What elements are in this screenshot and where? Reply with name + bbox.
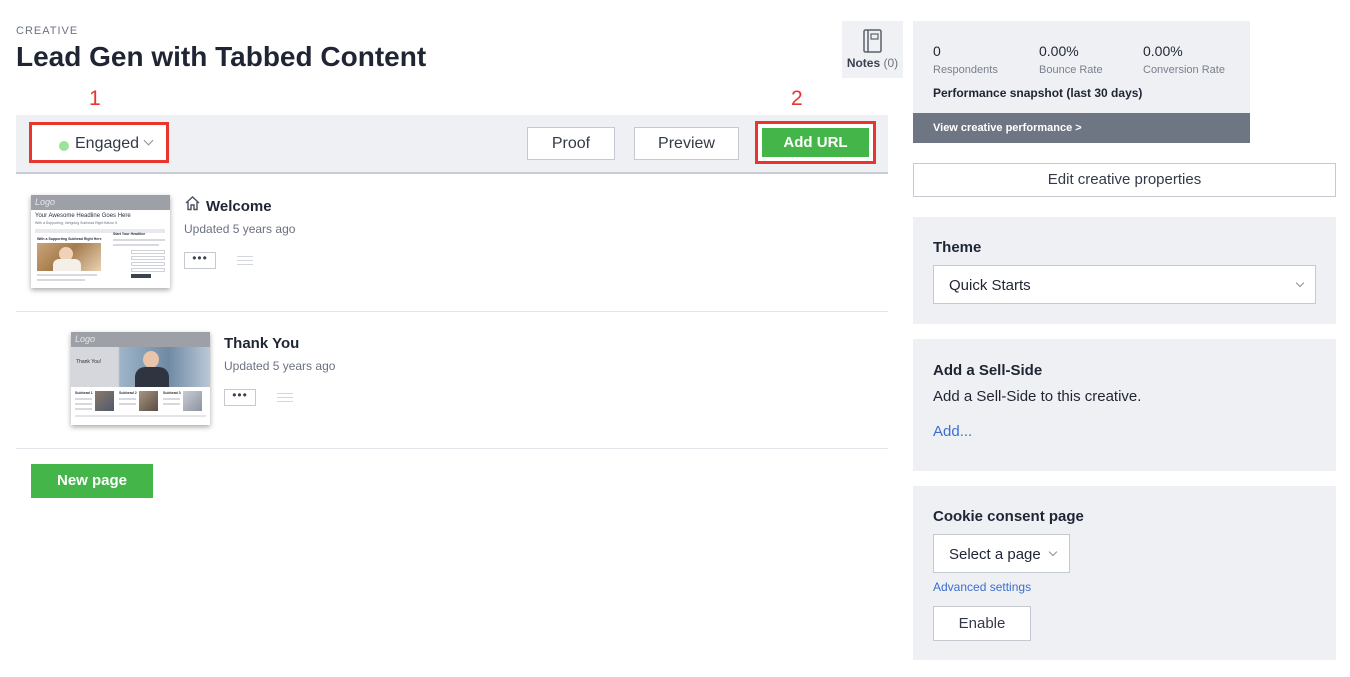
status-dropdown[interactable]: Engaged: [29, 122, 169, 163]
page-thumbnail-welcome[interactable]: Logo Your Awesome Headline Goes Here Wit…: [31, 195, 170, 288]
add-url-highlight: Add URL: [755, 121, 876, 164]
add-sell-side-link[interactable]: Add...: [933, 423, 972, 440]
enable-button[interactable]: Enable: [933, 606, 1031, 641]
creative-toolbar: Engaged Proof Preview Add URL: [16, 115, 888, 174]
theme-select[interactable]: Quick Starts: [933, 265, 1316, 304]
page-more-options-button[interactable]: •••: [224, 389, 256, 406]
view-performance-link[interactable]: View creative performance >: [913, 113, 1250, 143]
new-page-button[interactable]: New page: [31, 464, 153, 498]
preview-button[interactable]: Preview: [634, 127, 739, 160]
proof-button[interactable]: Proof: [527, 127, 615, 160]
page-name[interactable]: Thank You: [224, 335, 299, 352]
page-updated-time: Updated 5 years ago: [224, 359, 336, 373]
add-url-button[interactable]: Add URL: [762, 128, 869, 157]
metric-value: 0.00%: [1143, 43, 1183, 59]
drag-handle-icon[interactable]: [277, 393, 293, 405]
thumbnail-logo: Logo: [35, 197, 56, 207]
page-row-welcome: Logo Your Awesome Headline Goes Here Wit…: [16, 176, 888, 312]
page-more-options-button[interactable]: •••: [184, 252, 216, 269]
page-updated-time: Updated 5 years ago: [184, 222, 296, 236]
metric-label: Conversion Rate: [1143, 64, 1225, 76]
performance-snapshot: 0 Respondents 0.00% Bounce Rate 0.00% Co…: [913, 21, 1250, 143]
sell-side-panel: Add a Sell-Side Add a Sell-Side to this …: [913, 339, 1336, 471]
thumbnail-subheadline: With a Supporting, Intriguing Subhead Ri…: [35, 221, 117, 225]
notes-label: Notes: [846, 56, 881, 70]
metric-respondents: 0 Respondents: [933, 43, 998, 76]
metric-value: 0: [933, 43, 941, 59]
theme-panel: Theme Quick Starts: [913, 217, 1336, 324]
page-title: Lead Gen with Tabbed Content: [16, 41, 427, 72]
cookie-page-placeholder: Select a page: [949, 546, 1041, 563]
thumbnail-hero: [71, 347, 210, 387]
cookie-page-select[interactable]: Select a page: [933, 534, 1070, 573]
annotation-marker-2: 2: [791, 87, 803, 110]
thumbnail-section-title: With a Supporting Subhead Right Here: [37, 237, 102, 241]
sell-side-description: Add a Sell-Side to this creative.: [933, 388, 1142, 405]
chevron-down-icon: [143, 135, 154, 146]
metric-label: Respondents: [933, 64, 998, 76]
performance-caption: Performance snapshot (last 30 days): [933, 86, 1143, 100]
chevron-down-icon: [1295, 278, 1305, 288]
metric-conversion-rate: 0.00% Conversion Rate: [1143, 43, 1225, 76]
cookie-consent-panel: Cookie consent page Select a page Advanc…: [913, 486, 1336, 660]
notes-count: (0): [883, 56, 899, 70]
sell-side-title: Add a Sell-Side: [933, 362, 1043, 379]
thumbnail-logo: Logo: [75, 334, 96, 344]
metric-bounce-rate: 0.00% Bounce Rate: [1039, 43, 1103, 76]
theme-selected-value: Quick Starts: [949, 277, 1031, 294]
metric-label: Bounce Rate: [1039, 64, 1103, 76]
thumbnail-headline: Thank You!: [76, 359, 102, 365]
status-label: Engaged: [75, 135, 140, 152]
thumbnail-subhead-1: Subhead 1: [75, 391, 93, 395]
page-name[interactable]: Welcome: [206, 198, 272, 215]
thumbnail-photo: [37, 243, 101, 271]
thumbnail-subhead-3: Subhead 3: [163, 391, 181, 395]
drag-handle-icon[interactable]: [237, 256, 253, 268]
page-thumbnail-thank-you[interactable]: Logo Thank You! Subhead 1 Subhead 2 Subh…: [71, 332, 210, 425]
thumbnail-headline: Your Awesome Headline Goes Here: [35, 213, 131, 219]
thumbnail-subhead-2: Subhead 2: [119, 391, 137, 395]
notes-button[interactable]: Notes (0): [842, 21, 903, 78]
annotation-marker-1: 1: [89, 87, 101, 110]
advanced-settings-link[interactable]: Advanced settings: [933, 580, 1031, 594]
notebook-icon: [863, 29, 882, 53]
edit-creative-properties-button[interactable]: Edit creative properties: [913, 163, 1336, 197]
home-icon: [185, 196, 200, 211]
page-row-thank-you: Logo Thank You! Subhead 1 Subhead 2 Subh…: [16, 312, 888, 449]
thumbnail-form-title: Start Your Headline: [113, 232, 146, 236]
section-eyebrow: CREATIVE: [16, 25, 79, 37]
chevron-down-icon: [1048, 547, 1058, 557]
status-dot-icon: [59, 141, 69, 151]
theme-title: Theme: [933, 239, 982, 256]
metric-value: 0.00%: [1039, 43, 1079, 59]
cookie-consent-title: Cookie consent page: [933, 508, 1084, 525]
